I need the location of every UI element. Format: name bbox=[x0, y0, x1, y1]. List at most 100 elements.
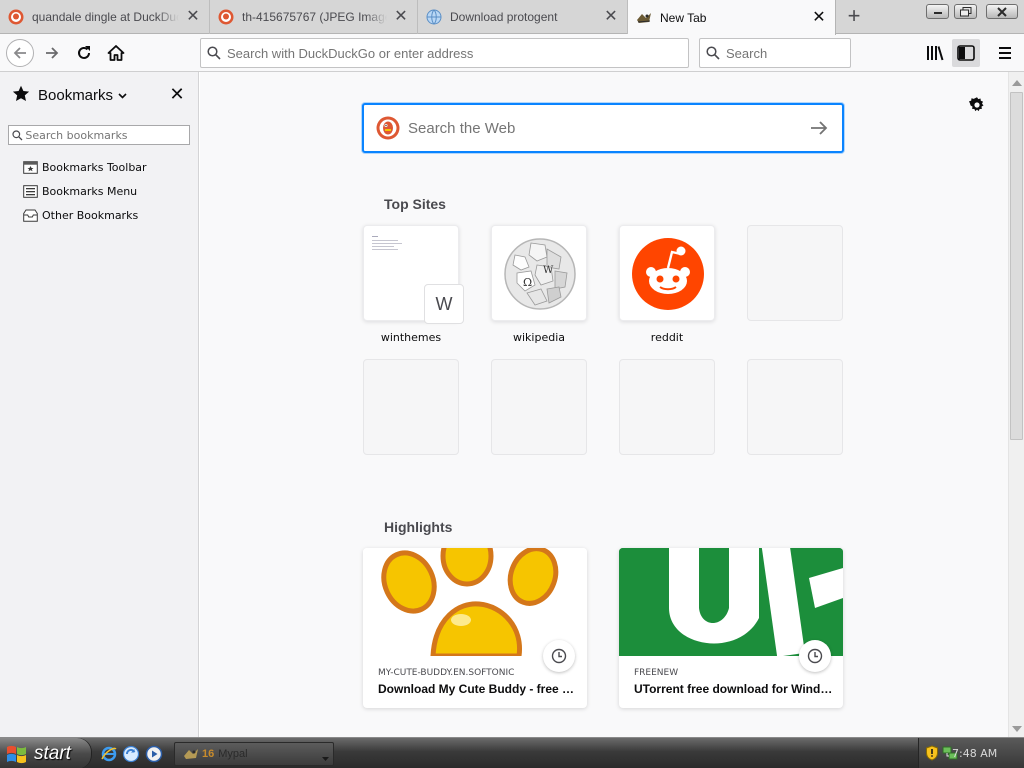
bookmark-folder-other[interactable]: Other Bookmarks bbox=[22, 205, 138, 225]
minimize-button[interactable] bbox=[926, 4, 949, 19]
top-site-wikipedia[interactable]: Ω W bbox=[491, 225, 587, 321]
library-button[interactable] bbox=[921, 39, 949, 67]
reload-button[interactable] bbox=[70, 39, 98, 67]
search-input[interactable] bbox=[726, 45, 850, 61]
highlights-heading: Highlights bbox=[384, 519, 453, 535]
web-search-input[interactable] bbox=[408, 119, 810, 137]
top-site-empty[interactable] bbox=[747, 359, 843, 455]
close-icon[interactable]: ✕ bbox=[811, 9, 827, 26]
forward-arrow-icon bbox=[46, 47, 59, 59]
clock-icon bbox=[543, 640, 575, 672]
tab-title: New Tab bbox=[660, 10, 707, 25]
start-button[interactable]: start bbox=[0, 738, 92, 768]
web-search-box[interactable] bbox=[362, 103, 844, 153]
close-window-button[interactable] bbox=[986, 4, 1018, 19]
reddit-icon bbox=[631, 237, 705, 314]
top-site-label: reddit bbox=[650, 331, 684, 344]
start-label: start bbox=[34, 742, 71, 764]
bookmark-folder-toolbar[interactable]: Bookmarks Toolbar bbox=[22, 157, 147, 177]
duckduckgo-icon bbox=[8, 9, 24, 25]
taskbar-clock: 7:48 AM bbox=[952, 747, 998, 760]
svg-text:W: W bbox=[543, 265, 554, 276]
top-site-empty[interactable] bbox=[363, 359, 459, 455]
tab-jpeg-image[interactable]: th-415675767 (JPEG Image, 474 × 474 pixe… bbox=[210, 0, 418, 34]
tab-title: Download protogent bbox=[450, 10, 558, 24]
search-submit-arrow-icon[interactable] bbox=[810, 120, 828, 136]
media-player-icon[interactable] bbox=[145, 745, 163, 763]
tab-title: th-415675767 (JPEG Image, 474 × 474 pixe… bbox=[242, 10, 387, 24]
wikipedia-globe-icon: Ω W bbox=[503, 237, 577, 314]
bookmarks-search-input[interactable] bbox=[25, 128, 189, 142]
close-icon[interactable]: ✕ bbox=[393, 9, 409, 25]
taskbar-item-mypal[interactable]: 16 Mypal bbox=[174, 742, 334, 766]
site-thumbnail bbox=[370, 232, 410, 262]
highlight-source: FREENEW bbox=[634, 668, 679, 678]
tab-new-tab[interactable]: New Tab ✕ bbox=[628, 0, 836, 35]
windows-logo-icon bbox=[6, 744, 28, 764]
close-icon[interactable]: ✕ bbox=[603, 9, 619, 25]
globe-icon bbox=[426, 9, 442, 25]
hamburger-menu-icon bbox=[999, 47, 1011, 59]
top-site-label: wikipedia bbox=[512, 331, 565, 344]
top-site-empty[interactable] bbox=[619, 359, 715, 455]
home-icon bbox=[107, 45, 125, 61]
new-tab-page: Top Sites W winthemes Ω W wi bbox=[200, 72, 1008, 737]
top-site-winthemes[interactable]: W bbox=[363, 225, 464, 324]
new-tab-button[interactable]: + bbox=[842, 5, 866, 29]
search-icon bbox=[201, 46, 227, 60]
bookmark-folder-menu[interactable]: Bookmarks Menu bbox=[22, 181, 137, 201]
other-bookmarks-icon bbox=[22, 207, 38, 223]
top-site-empty[interactable] bbox=[491, 359, 587, 455]
highlight-title: Download My Cute Buddy - free download bbox=[378, 682, 578, 696]
bookmarks-menu-icon bbox=[22, 183, 38, 199]
page-scrollbar[interactable] bbox=[1008, 72, 1024, 737]
highlight-title: UTorrent free download for Windows bbox=[634, 682, 834, 696]
forward-button[interactable] bbox=[38, 39, 66, 67]
show-desktop-icon[interactable] bbox=[122, 745, 140, 763]
highlight-card-my-cute-buddy[interactable]: MY-CUTE-BUDDY.EN.SOFTONIC Download My Cu… bbox=[363, 548, 587, 708]
address-input[interactable] bbox=[227, 45, 688, 61]
clock-icon bbox=[799, 640, 831, 672]
top-site-label: winthemes bbox=[380, 331, 442, 344]
navigation-toolbar bbox=[0, 34, 1024, 72]
tab-download-protogent[interactable]: Download protogent ✕ bbox=[418, 0, 628, 34]
bookmarks-search-field[interactable] bbox=[8, 125, 190, 145]
bookmark-folder-label: Other Bookmarks bbox=[42, 208, 139, 222]
address-bar[interactable] bbox=[200, 38, 689, 68]
bookmarks-sidebar: Bookmarks ✕ Bookmarks Toolbar Bookmarks … bbox=[0, 72, 199, 737]
highlight-source: MY-CUTE-BUDDY.EN.SOFTONIC bbox=[378, 668, 515, 678]
top-site-reddit[interactable] bbox=[619, 225, 715, 321]
highlight-card-utorrent[interactable]: FREENEW UTorrent free download for Windo… bbox=[619, 548, 843, 708]
tab-title: quandale dingle at DuckDuckGo bbox=[32, 10, 179, 24]
chevron-down-icon[interactable] bbox=[118, 88, 127, 102]
mypal-icon bbox=[636, 10, 652, 26]
top-site-empty[interactable] bbox=[747, 225, 843, 321]
mypal-icon bbox=[183, 746, 199, 762]
search-icon bbox=[700, 46, 726, 60]
search-icon bbox=[9, 129, 25, 141]
maximize-button[interactable] bbox=[954, 4, 977, 19]
security-shield-icon[interactable] bbox=[925, 745, 939, 764]
bookmarks-toolbar-icon bbox=[22, 159, 38, 175]
duckduckgo-icon bbox=[218, 9, 234, 25]
bookmark-folder-label: Bookmarks Menu bbox=[42, 184, 138, 198]
svg-text:Ω: Ω bbox=[523, 276, 532, 289]
menu-button[interactable] bbox=[991, 39, 1019, 67]
home-button[interactable] bbox=[102, 39, 130, 67]
scroll-up-arrow-icon[interactable] bbox=[1012, 80, 1022, 86]
settings-button[interactable] bbox=[966, 94, 988, 116]
sidebar-toggle-button[interactable] bbox=[952, 39, 980, 67]
close-icon[interactable]: ✕ bbox=[185, 9, 201, 25]
sidebar-close-button[interactable]: ✕ bbox=[168, 85, 186, 103]
top-sites-heading: Top Sites bbox=[384, 196, 446, 212]
internet-explorer-icon[interactable] bbox=[100, 745, 118, 763]
sidebar-title[interactable]: Bookmarks bbox=[38, 87, 113, 104]
sidebar-icon bbox=[957, 45, 975, 61]
scroll-down-arrow-icon[interactable] bbox=[1012, 726, 1022, 732]
search-bar[interactable] bbox=[699, 38, 851, 68]
tab-duckduckgo-search[interactable]: quandale dingle at DuckDuckGo ✕ bbox=[0, 0, 210, 34]
bookmark-folder-label: Bookmarks Toolbar bbox=[42, 160, 147, 174]
duckduckgo-icon bbox=[376, 116, 400, 140]
back-button[interactable] bbox=[6, 39, 34, 67]
scrollbar-thumb[interactable] bbox=[1010, 92, 1023, 440]
